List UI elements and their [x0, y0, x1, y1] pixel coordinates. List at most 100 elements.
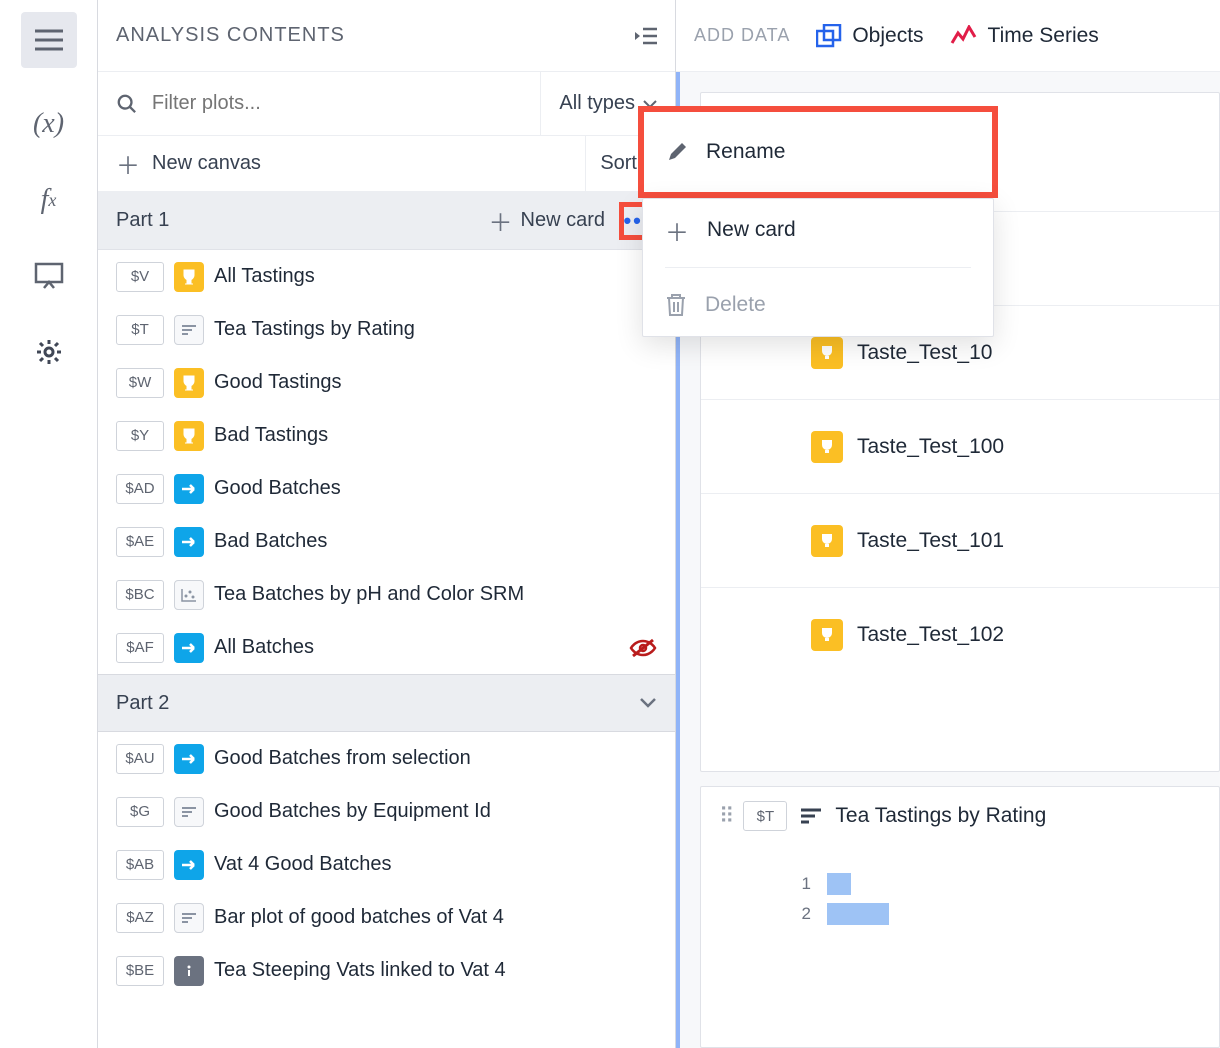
- item-label: Tea Steeping Vats linked to Vat 4: [214, 959, 506, 982]
- menu-button[interactable]: [21, 12, 77, 68]
- new-card-label: New card: [521, 209, 605, 232]
- list-item[interactable]: $AEBad Batches: [98, 515, 675, 568]
- popup-rename-highlighted[interactable]: Rename: [638, 106, 998, 198]
- objects-icon: [816, 24, 842, 48]
- function-fx-icon[interactable]: fx: [29, 180, 69, 220]
- chart-row: 2: [797, 899, 1219, 929]
- card-title: Tea Tastings by Rating: [835, 804, 1046, 828]
- trash-icon: [665, 293, 687, 317]
- section-part-2[interactable]: Part 2: [98, 674, 675, 732]
- var-badge: $Y: [116, 421, 164, 451]
- item-label: Good Batches by Equipment Id: [214, 800, 491, 823]
- list-item[interactable]: $Y Bad Tastings: [98, 409, 675, 462]
- rename-label: Rename: [706, 140, 785, 164]
- trophy-icon: [174, 421, 204, 451]
- popup-new-card-label: New card: [707, 218, 796, 242]
- list-item[interactable]: $AUGood Batches from selection: [98, 732, 675, 785]
- item-label: Tea Batches by pH and Color SRM: [214, 583, 524, 606]
- item-label: All Batches: [214, 636, 314, 659]
- trophy-icon: [811, 525, 843, 557]
- item-label: Good Tastings: [214, 371, 342, 394]
- variable-x-icon[interactable]: (x): [29, 104, 69, 144]
- bars-icon: [174, 903, 204, 933]
- presentation-icon[interactable]: [29, 256, 69, 296]
- popup-new-card[interactable]: ＋ New card: [643, 199, 993, 261]
- bars-icon: [174, 797, 204, 827]
- item-label: Tea Tastings by Rating: [214, 318, 415, 341]
- table-row[interactable]: Taste_Test_100: [701, 399, 1219, 493]
- chart-tick-1: 1: [797, 874, 811, 894]
- list-item[interactable]: $BE Tea Steeping Vats linked to Vat 4: [98, 944, 675, 997]
- list-item[interactable]: $AZ Bar plot of good batches of Vat 4: [98, 891, 675, 944]
- var-badge: $AU: [116, 744, 164, 774]
- section-title: Part 1: [116, 209, 169, 232]
- list-item[interactable]: $AD Good Batches: [98, 462, 675, 515]
- chart-body: 1 2: [701, 845, 1219, 929]
- tab-time-series-label: Time Series: [988, 24, 1099, 48]
- arrow-right-icon: [174, 633, 204, 663]
- list-item[interactable]: $T Tea Tastings by Rating: [98, 303, 675, 356]
- item-label: Bar plot of good batches of Vat 4: [214, 906, 504, 929]
- info-icon: [174, 956, 204, 986]
- bar-chart-icon: [799, 806, 823, 826]
- panel-header: ANALYSIS CONTENTS: [98, 0, 675, 72]
- item-label: All Tastings: [214, 265, 315, 288]
- new-canvas-button[interactable]: ＋ New canvas: [98, 146, 585, 181]
- list-item[interactable]: $VAll Tastings: [98, 250, 675, 303]
- search-icon: [116, 92, 138, 116]
- plus-icon: ＋: [116, 146, 140, 181]
- add-data-label: ADD DATA: [694, 25, 790, 46]
- analysis-contents-panel: ANALYSIS CONTENTS All types ＋ New canvas…: [98, 0, 676, 1048]
- arrow-right-icon: [174, 527, 204, 557]
- list-item[interactable]: $ABVat 4 Good Batches: [98, 838, 675, 891]
- var-badge: $AD: [116, 474, 164, 504]
- filter-row: All types: [98, 72, 675, 136]
- new-canvas-label: New canvas: [152, 152, 261, 175]
- list-item[interactable]: $AFAll Batches: [98, 621, 675, 674]
- row-label: Taste_Test_100: [857, 435, 1004, 459]
- popup-separator: [665, 267, 971, 268]
- arrow-right-icon: [174, 474, 204, 504]
- bars-icon: [174, 315, 204, 345]
- section-part-1[interactable]: Part 1 ＋ New card •••: [98, 192, 675, 250]
- list-item[interactable]: $W Good Tastings: [98, 356, 675, 409]
- tab-objects-label: Objects: [852, 24, 923, 48]
- arrow-right-icon: [174, 850, 204, 880]
- item-label: Bad Tastings: [214, 424, 328, 447]
- popup-delete[interactable]: Delete: [643, 274, 993, 336]
- plus-icon: ＋: [665, 213, 689, 248]
- item-label: Bad Batches: [214, 530, 327, 553]
- pencil-icon: [666, 141, 688, 163]
- var-badge: $G: [116, 797, 164, 827]
- new-card-button[interactable]: ＋ New card: [489, 203, 605, 238]
- trophy-icon: [811, 337, 843, 369]
- table-row[interactable]: Taste_Test_101: [701, 493, 1219, 587]
- gear-icon[interactable]: [29, 332, 69, 372]
- chart-bar-1: [827, 873, 851, 895]
- var-badge: $AZ: [116, 903, 164, 933]
- chart-tick-2: 2: [797, 904, 811, 924]
- drag-handle-icon[interactable]: ⠿: [719, 804, 731, 829]
- var-badge: $W: [116, 368, 164, 398]
- table-row[interactable]: Taste_Test_102: [701, 587, 1219, 681]
- sort-label: Sort: [600, 152, 637, 175]
- trophy-icon: [174, 368, 204, 398]
- collapse-panel-icon[interactable]: [635, 27, 657, 45]
- item-label: Good Batches: [214, 477, 341, 500]
- plus-icon: ＋: [489, 203, 513, 238]
- row-label: Taste_Test_101: [857, 529, 1004, 553]
- filter-plots-input[interactable]: [152, 92, 523, 115]
- tab-time-series[interactable]: Time Series: [950, 24, 1099, 48]
- context-menu: ＋ New card Delete: [642, 198, 994, 337]
- list-item[interactable]: $G Good Batches by Equipment Id: [98, 785, 675, 838]
- list-item[interactable]: $BCTea Batches by pH and Color SRM: [98, 568, 675, 621]
- row-label: Taste_Test_10: [857, 341, 992, 365]
- time-series-icon: [950, 25, 978, 47]
- types-label: All types: [559, 92, 635, 115]
- tab-objects[interactable]: Objects: [816, 24, 923, 48]
- scatter-chart-icon: [174, 580, 204, 610]
- card-header: ⠿ $T Tea Tastings by Rating: [701, 787, 1219, 845]
- panel-title: ANALYSIS CONTENTS: [116, 24, 345, 47]
- var-badge: $T: [116, 315, 164, 345]
- var-badge: $BE: [116, 956, 164, 986]
